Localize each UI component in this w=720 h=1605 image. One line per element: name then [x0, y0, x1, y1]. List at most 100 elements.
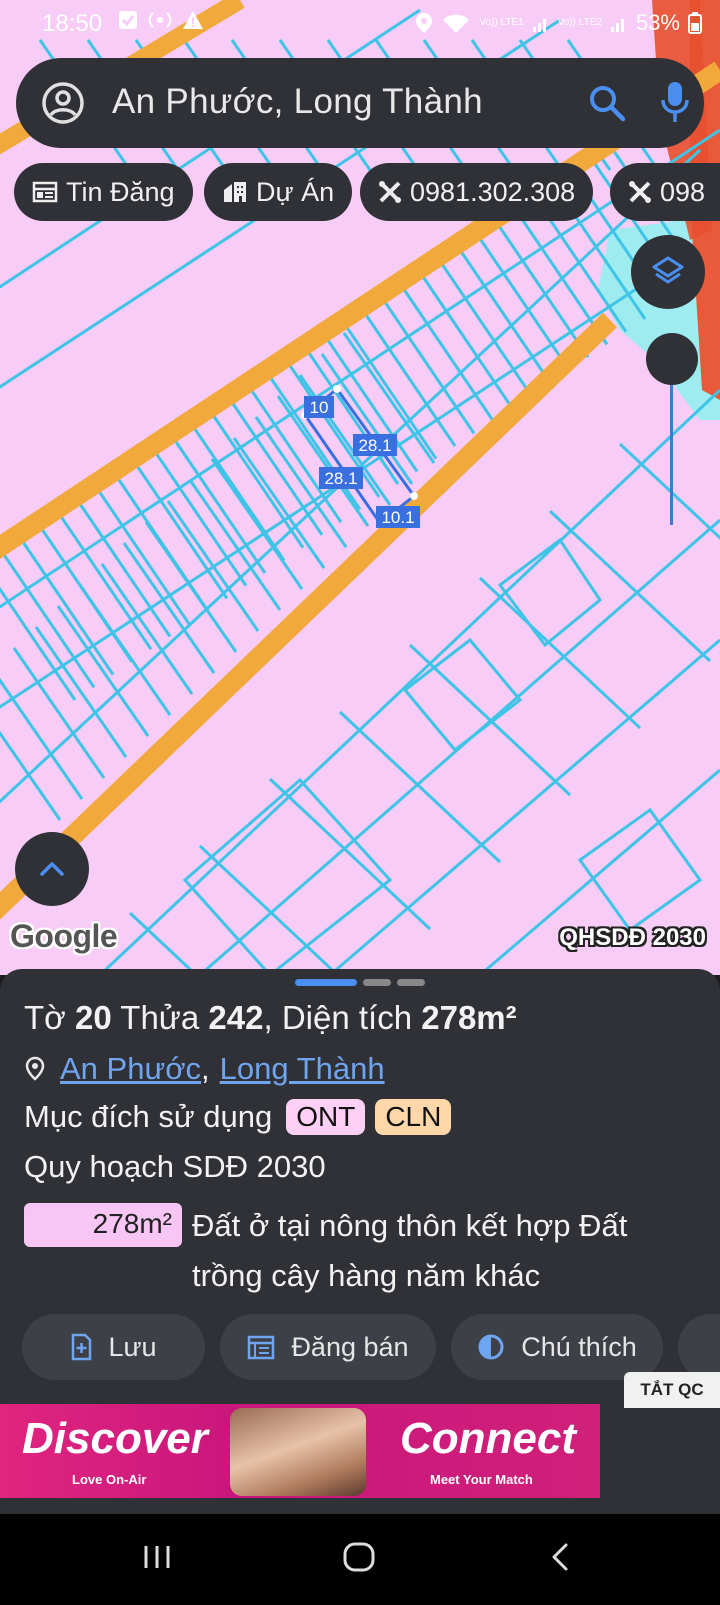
plan-description: Đất ở tại nông thôn kết hợp Đất trồng câ… — [192, 1208, 628, 1293]
battery-percent: 53% — [635, 10, 680, 35]
home-icon[interactable] — [342, 1540, 376, 1574]
microphone-icon[interactable] — [660, 80, 690, 124]
parcel-boundary — [491, 216, 590, 358]
parcel-boundary — [34, 626, 128, 758]
parcel-boundary — [122, 542, 216, 674]
svg-text:28.1: 28.1 — [358, 436, 391, 455]
save-label: Lưu — [108, 1331, 157, 1362]
legend-label: Chú thích — [521, 1331, 637, 1362]
sim1-indicator: Vo)) LTE1 — [479, 17, 524, 28]
lot-outline — [577, 807, 703, 933]
parcel-boundary — [548, 509, 712, 663]
dimension-label: 28.1 — [353, 434, 397, 456]
usage-tag-ont[interactable]: ONT — [286, 1099, 366, 1135]
location-pin-icon — [25, 1056, 45, 1081]
parcel-boundary — [377, 292, 476, 435]
expand-up-button[interactable] — [15, 832, 89, 906]
ad-subline-left: Love On-Air — [72, 1472, 147, 1487]
plan-title: Quy hoạch SDĐ 2030 — [24, 1149, 326, 1184]
post-sale-label: Đăng bán — [291, 1331, 409, 1362]
parcel-title: Tờ 20 Thửa 242, Diện tích 278m² — [24, 999, 517, 1037]
layers-button[interactable] — [631, 235, 705, 309]
close-ad-button[interactable]: TẮT QC — [624, 1372, 720, 1408]
ad-subline-right: Meet Your Match — [430, 1472, 533, 1487]
parcel-boundary — [478, 576, 642, 730]
wifi-icon — [443, 14, 470, 33]
chip-label: 098 — [660, 176, 706, 207]
opacity-slider-handle[interactable] — [646, 333, 698, 385]
ad-photo — [230, 1408, 366, 1496]
layer-name-label: QHSDĐ 2030 — [559, 924, 706, 951]
parcel-boundary — [453, 241, 552, 384]
checkbox-notification-icon — [119, 11, 137, 29]
recent-apps-icon[interactable] — [142, 1540, 172, 1574]
signal-icon — [610, 19, 624, 32]
ad-headline-right: Connect — [400, 1414, 576, 1463]
parcel-boundary — [396, 279, 495, 422]
parcel-boundary — [100, 563, 194, 695]
calendar-list-icon — [248, 1335, 275, 1360]
location-row: An Phước, Long Thành — [24, 1051, 385, 1087]
system-navigation-bar — [0, 1514, 720, 1605]
chip-du-an[interactable]: Dự Án — [204, 163, 353, 221]
parcel-boundary — [16, 533, 115, 676]
chip-phone-1[interactable]: 0981.302.308 — [360, 163, 594, 221]
buildings-icon — [224, 182, 246, 202]
parcel-boundary — [73, 495, 172, 638]
parcel-boundary — [0, 8, 421, 289]
search-icon[interactable] — [588, 84, 626, 122]
tools-icon — [379, 181, 401, 203]
legend-button[interactable]: Chú thích — [451, 1314, 663, 1380]
page-indicator — [363, 979, 391, 986]
account-icon[interactable] — [40, 80, 86, 126]
chip-tin-dang[interactable]: Tin Đăng — [14, 163, 193, 221]
dimension-label: 10.1 — [376, 506, 420, 528]
ad-banner[interactable]: Discover Love On-Air Connect Meet Your M… — [0, 1404, 600, 1498]
post-sale-button[interactable]: Đăng bán — [220, 1314, 436, 1380]
clock: 18:50 — [42, 10, 103, 37]
parcel-number: 242 — [208, 999, 264, 1036]
parcel-number-label: Thửa — [120, 999, 200, 1036]
usage-row: Mục đích sử dụng ONT CLN — [24, 1099, 452, 1135]
chip-phone-2[interactable]: 098 — [610, 163, 720, 221]
sheet-number-label: Tờ — [24, 999, 66, 1036]
page-indicator-active — [295, 979, 357, 986]
parcel-boundary — [0, 546, 96, 689]
chip-label: Tin Đăng — [66, 176, 175, 207]
save-button[interactable]: Lưu — [22, 1314, 205, 1380]
parcel-boundary — [434, 254, 533, 397]
ad-headline-left: Discover — [22, 1414, 208, 1463]
search-input[interactable]: An Phước, Long Thành — [112, 82, 483, 122]
commune-link[interactable]: An Phước — [60, 1051, 201, 1087]
area-label: , Diện tích — [263, 999, 413, 1036]
parcel-boundary — [92, 482, 191, 625]
chevron-up-icon — [40, 862, 64, 876]
search-bar[interactable]: An Phước, Long Thành — [16, 58, 704, 148]
chip-label: 0981.302.308 — [410, 176, 576, 207]
newspaper-icon — [32, 181, 58, 203]
parcel-vertex — [410, 492, 418, 500]
page-indicator — [397, 979, 425, 986]
parcel-boundary — [168, 432, 267, 574]
parcel-boundary — [144, 521, 238, 653]
svg-text:10.1: 10.1 — [381, 508, 414, 527]
chip-label: Dự Án — [256, 176, 335, 207]
svg-text:10: 10 — [310, 398, 329, 417]
back-icon[interactable] — [548, 1540, 572, 1574]
sim2-indicator: Vo)) LTE2 — [557, 17, 602, 28]
more-action-button[interactable] — [678, 1314, 720, 1380]
sheet-handle[interactable] — [295, 979, 425, 986]
half-circle-icon — [478, 1334, 504, 1360]
plan-area-badge: 278m² — [24, 1203, 182, 1247]
district-link[interactable]: Long Thành — [220, 1051, 385, 1087]
parcel-boundary — [54, 508, 153, 651]
google-attribution: Google — [10, 918, 118, 954]
location-icon — [416, 13, 433, 33]
lot-outline — [182, 777, 393, 975]
opacity-slider-track[interactable] — [670, 385, 673, 525]
action-buttons: Lưu Đăng bán Chú thích — [0, 1314, 720, 1380]
hotspot-icon — [148, 12, 172, 28]
map-view[interactable]: 10 28.1 28.1 10.1 18:50 Vo)) LTE1 Vo)) L… — [0, 0, 720, 975]
battery-icon — [688, 12, 702, 34]
usage-tag-cln[interactable]: CLN — [375, 1099, 452, 1135]
